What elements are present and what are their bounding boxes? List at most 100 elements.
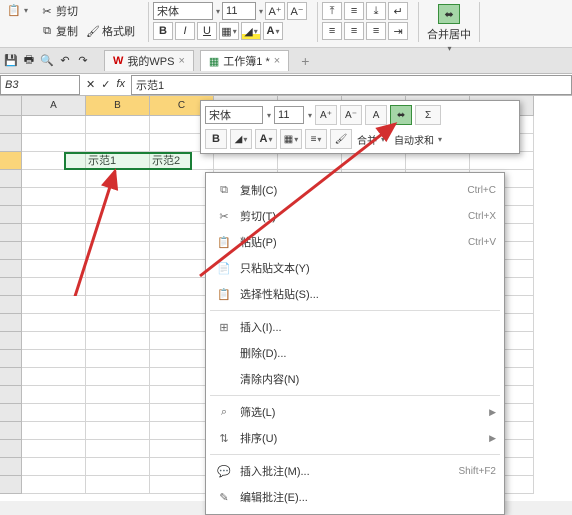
close-icon[interactable]: × [178,55,184,67]
cell[interactable] [86,332,150,350]
formula-input[interactable]: 示范1 [131,75,572,95]
cell[interactable] [22,260,86,278]
context-menu-item[interactable]: ✂剪切(T)Ctrl+X [206,203,504,229]
cell[interactable] [86,350,150,368]
mini-clear-format[interactable]: A [365,105,387,125]
cell[interactable] [22,440,86,458]
cell[interactable] [22,296,86,314]
context-menu-item[interactable]: ✎编辑批注(E)... [206,484,504,510]
cell[interactable] [86,224,150,242]
cell[interactable] [86,440,150,458]
column-header[interactable]: A [22,96,86,116]
copy-button[interactable]: ⧉复制 [37,22,81,40]
cell[interactable] [86,278,150,296]
tab-my-wps[interactable]: W 我的WPS × [104,50,194,71]
align-right-button[interactable]: ≡ [366,22,386,40]
row-header[interactable] [0,422,22,440]
cell[interactable] [22,242,86,260]
fill-color-button[interactable]: ◢▾ [241,22,261,40]
row-header[interactable] [0,260,22,278]
context-menu-item[interactable]: 💬插入批注(M)...Shift+F2 [206,458,504,484]
new-tab-button[interactable]: + [295,53,315,69]
row-header[interactable] [0,296,22,314]
cell[interactable] [86,458,150,476]
context-menu-item[interactable]: ⊞插入(I)... [206,314,504,340]
mini-merge-button[interactable]: ⬌ [390,105,412,125]
align-middle-button[interactable]: ≡ [344,2,364,20]
print-icon[interactable]: 🖶 [22,54,36,68]
redo-icon[interactable]: ↷ [76,54,90,68]
mini-align[interactable]: ≡▾ [305,129,327,149]
cell[interactable] [86,170,150,188]
cell[interactable] [22,314,86,332]
cell[interactable] [22,422,86,440]
fx-icon[interactable]: fx [116,78,125,91]
align-top-button[interactable]: ⤒ [322,2,342,20]
cell[interactable]: 示范2 [150,152,214,170]
cell[interactable] [22,188,86,206]
row-header[interactable] [0,278,22,296]
cell[interactable] [342,152,406,170]
mini-decrease-font[interactable]: A⁻ [340,105,362,125]
row-header[interactable] [0,350,22,368]
cell[interactable] [86,422,150,440]
context-menu-item[interactable]: ⧉复制(C)Ctrl+C [206,177,504,203]
undo-icon[interactable]: ↶ [58,54,72,68]
cell[interactable] [406,152,470,170]
context-menu-item[interactable]: 清除内容(N) [206,366,504,392]
mini-autosum-button[interactable]: Σ [415,105,441,125]
row-header[interactable] [0,404,22,422]
mini-format-painter[interactable]: 🖌 [330,129,352,149]
font-family-select[interactable] [153,2,213,20]
mini-border[interactable]: ▦▾ [280,129,302,149]
cell[interactable] [22,404,86,422]
align-left-button[interactable]: ≡ [322,22,342,40]
align-center-button[interactable]: ≡ [344,22,364,40]
row-header[interactable] [0,314,22,332]
row-header[interactable] [0,188,22,206]
mini-font-select[interactable] [205,106,263,124]
cell[interactable] [22,224,86,242]
context-menu-item[interactable]: ⌕筛选(L)▶ [206,399,504,425]
row-header[interactable] [0,386,22,404]
cell[interactable] [86,206,150,224]
mini-size-select[interactable] [274,106,304,124]
cell[interactable] [86,188,150,206]
format-painter-button[interactable]: 🖌格式刷 [83,22,138,40]
row-header[interactable] [0,206,22,224]
cell[interactable] [22,134,86,152]
row-header[interactable] [0,368,22,386]
row-header[interactable] [0,332,22,350]
cell[interactable] [86,260,150,278]
mini-font-color[interactable]: A▾ [255,129,277,149]
cell[interactable] [86,386,150,404]
font-size-select[interactable] [222,2,256,20]
close-icon[interactable]: × [274,55,280,67]
cell[interactable] [86,134,150,152]
paste-button[interactable]: 📋▾ [4,2,31,18]
wrap-text-button[interactable]: ↵ [388,2,408,20]
cell[interactable] [22,278,86,296]
cell[interactable] [86,368,150,386]
cell[interactable] [22,332,86,350]
cell[interactable] [86,116,150,134]
name-box[interactable]: B3 [0,75,80,95]
cell[interactable] [86,242,150,260]
row-header[interactable] [0,134,22,152]
border-button[interactable]: ▦▾ [219,22,239,40]
cut-button[interactable]: ✂剪切 [37,2,138,20]
context-menu-item[interactable]: ⇅排序(U)▶ [206,425,504,451]
increase-font-button[interactable]: A⁺ [265,2,285,20]
row-header[interactable] [0,476,22,494]
cancel-icon[interactable]: ✕ [86,78,95,91]
preview-icon[interactable]: 🔍 [40,54,54,68]
confirm-icon[interactable]: ✓ [101,78,110,91]
decrease-font-button[interactable]: A⁻ [287,2,307,20]
cell[interactable] [86,314,150,332]
row-header[interactable] [0,458,22,476]
cell[interactable] [22,350,86,368]
row-header[interactable] [0,170,22,188]
context-menu-item[interactable]: 📋选择性粘贴(S)... [206,281,504,307]
row-header[interactable] [0,224,22,242]
indent-button[interactable]: ⇥ [388,22,408,40]
